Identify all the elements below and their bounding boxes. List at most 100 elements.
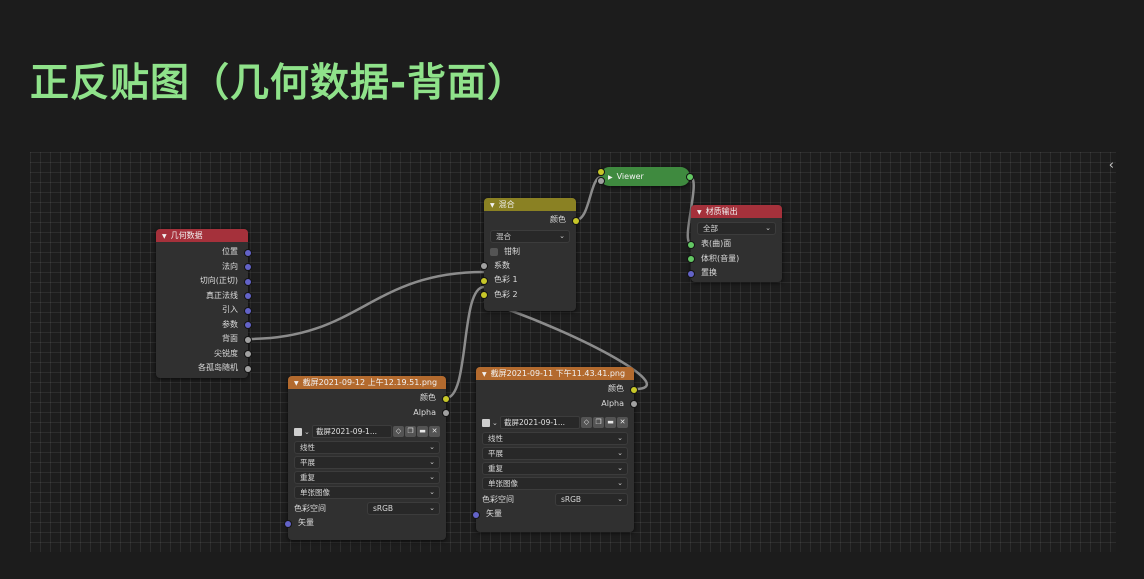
source-select[interactable]: 单张图像 ⌄	[294, 486, 440, 499]
socket[interactable]	[245, 264, 251, 270]
socket[interactable]	[688, 256, 694, 262]
socket[interactable]	[443, 395, 449, 402]
collapse-icon[interactable]: ▼	[294, 377, 299, 390]
chevron-down-icon: ⌄	[429, 443, 435, 451]
socket[interactable]	[245, 336, 251, 343]
chevron-down-icon: ⌄	[429, 504, 435, 512]
image-icon	[482, 418, 490, 427]
colorspace-label: 色彩空间	[294, 504, 326, 513]
material-output-header[interactable]: ▼ 材质输出	[691, 205, 782, 218]
image-texture-2-header[interactable]: ▼ 截屏2021-09-11 下午11.43.41.png	[476, 367, 634, 380]
projection-select[interactable]: 平展 ⌄	[294, 456, 440, 469]
chevron-down-icon: ⌄	[429, 458, 435, 466]
socket[interactable]	[631, 386, 637, 393]
chevron-down-icon: ⌄	[765, 224, 771, 232]
socket[interactable]	[245, 307, 251, 314]
collapse-icon[interactable]: ▼	[697, 206, 702, 219]
material-output-node[interactable]: ▼ 材质输出 全部 ⌄ 表(曲)面 体积(音量) 置换	[688, 205, 782, 282]
folder-icon[interactable]: ▬	[605, 417, 616, 428]
projection-select[interactable]: 平展 ⌄	[482, 447, 628, 460]
socket[interactable]	[245, 365, 251, 372]
socket[interactable]	[481, 292, 487, 298]
socket[interactable]	[443, 410, 449, 416]
mix-node-title: 混合	[498, 200, 515, 209]
output-incoming: 引入	[156, 303, 251, 318]
chevron-down-icon: ⌄	[617, 449, 623, 457]
close-icon[interactable]: ✕	[617, 417, 628, 428]
output-parametric: 参数	[156, 318, 251, 333]
image-name-field[interactable]: 截屏2021-09-1...	[312, 425, 392, 438]
input-vector: 矢量	[473, 507, 634, 522]
clamp-option[interactable]: 钳制	[484, 245, 576, 259]
image-name-field[interactable]: 截屏2021-09-1...	[500, 416, 580, 429]
socket[interactable]	[245, 249, 251, 256]
output-normal: 法向	[156, 260, 251, 275]
socket[interactable]	[573, 217, 579, 224]
socket[interactable]	[245, 322, 251, 328]
colorspace-row: 色彩空间 sRGB ⌄	[476, 492, 634, 507]
interpolation-select[interactable]: 线性 ⌄	[482, 432, 628, 445]
extension-select[interactable]: 重复 ⌄	[294, 471, 440, 484]
viewer-node-title: Viewer	[616, 172, 644, 181]
image-texture-node-1[interactable]: ▼ 截屏2021-09-12 上午12.19.51.png 颜色 Alpha ⌄ …	[285, 376, 449, 540]
shield-icon[interactable]: ◇	[393, 426, 404, 437]
socket[interactable]	[245, 278, 251, 285]
node-editor[interactable]: ‹ ▼ 几何数据 位置 法向 切向(正切) 真正法线 引入 参数 背面 尖锐度 各…	[30, 152, 1116, 552]
mix-node-header[interactable]: ▼ 混合	[484, 198, 576, 211]
image-datablock-row: ⌄ 截屏2021-09-1... ◇ ❐ ▬ ✕	[288, 424, 446, 439]
colorspace-row: 色彩空间 sRGB ⌄	[288, 501, 446, 516]
viewer-output-socket[interactable]	[687, 174, 693, 180]
clamp-checkbox[interactable]	[490, 247, 498, 256]
socket[interactable]	[688, 270, 694, 277]
output-color: 颜色	[288, 391, 449, 406]
colorspace-select[interactable]: sRGB ⌄	[367, 502, 440, 515]
socket[interactable]	[245, 293, 251, 299]
close-icon[interactable]: ✕	[429, 426, 440, 437]
collapse-icon[interactable]: ▼	[482, 368, 487, 381]
input-factor: 系数	[481, 259, 576, 274]
mix-node[interactable]: ▼ 混合 颜色 混合 ⌄ 钳制 系数 色彩 1 色彩 2	[481, 198, 579, 311]
socket[interactable]	[631, 401, 637, 407]
material-output-title: 材质输出	[705, 207, 738, 216]
socket[interactable]	[245, 351, 251, 357]
expand-icon[interactable]: ▶	[608, 168, 613, 187]
image-browse-button[interactable]: ⌄	[294, 426, 312, 437]
duplicate-icon[interactable]: ❐	[405, 426, 416, 437]
socket[interactable]	[481, 263, 487, 269]
input-displacement: 置换	[688, 266, 782, 281]
collapse-icon[interactable]: ▼	[162, 230, 167, 243]
viewer-node[interactable]: ▶ Viewer	[598, 167, 693, 187]
input-volume: 体积(音量)	[688, 252, 782, 267]
image-datablock-row: ⌄ 截屏2021-09-1... ◇ ❐ ▬ ✕	[476, 415, 634, 430]
input-color1: 色彩 1	[481, 273, 576, 288]
image-texture-1-header[interactable]: ▼ 截屏2021-09-12 上午12.19.51.png	[288, 376, 446, 389]
viewer-input-color-socket[interactable]	[598, 169, 604, 175]
socket[interactable]	[473, 511, 479, 518]
duplicate-icon[interactable]: ❐	[593, 417, 604, 428]
extension-select[interactable]: 重复 ⌄	[482, 462, 628, 475]
folder-icon[interactable]: ▬	[417, 426, 428, 437]
output-tangent: 切向(正切)	[156, 274, 251, 289]
chevron-down-icon: ⌄	[559, 231, 565, 240]
geometry-node[interactable]: ▼ 几何数据 位置 法向 切向(正切) 真正法线 引入 参数 背面 尖锐度 各孤岛…	[156, 229, 251, 378]
output-position: 位置	[156, 245, 251, 260]
socket[interactable]	[688, 241, 694, 248]
socket[interactable]	[481, 277, 487, 284]
target-select[interactable]: 全部 ⌄	[697, 222, 776, 235]
socket[interactable]	[285, 520, 291, 527]
source-select[interactable]: 单张图像 ⌄	[482, 477, 628, 490]
geometry-node-header[interactable]: ▼ 几何数据	[156, 229, 248, 242]
image-browse-button[interactable]: ⌄	[482, 417, 500, 428]
interpolation-select[interactable]: 线性 ⌄	[294, 441, 440, 454]
image-icon	[294, 427, 302, 436]
chevron-down-icon: ⌄	[429, 473, 435, 481]
collapse-icon[interactable]: ▼	[490, 199, 495, 212]
shield-icon[interactable]: ◇	[581, 417, 592, 428]
input-vector: 矢量	[285, 516, 446, 531]
colorspace-label: 色彩空间	[482, 495, 514, 504]
image-texture-2-title: 截屏2021-09-11 下午11.43.41.png	[490, 369, 626, 378]
viewer-input-float-socket[interactable]	[598, 178, 604, 184]
image-texture-node-2[interactable]: ▼ 截屏2021-09-11 下午11.43.41.png 颜色 Alpha ⌄ …	[473, 367, 637, 532]
blend-mode-select[interactable]: 混合 ⌄	[490, 229, 570, 243]
colorspace-select[interactable]: sRGB ⌄	[555, 493, 628, 506]
